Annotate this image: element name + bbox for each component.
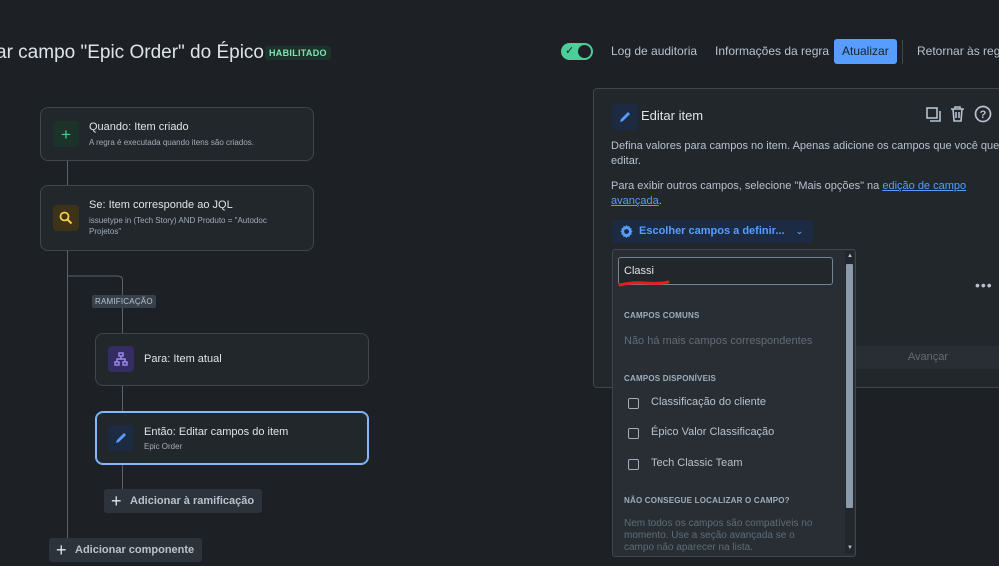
update-button[interactable]: Atualizar: [834, 39, 897, 64]
page-title: ar campo "Epic Order" do Épico: [0, 42, 264, 63]
cant-find-text: campo não aparecer na lista.: [624, 542, 753, 553]
choose-fields-button[interactable]: Escolher campos a definir... ⌄: [612, 220, 814, 243]
panel-title: Editar item: [641, 108, 704, 123]
option-label: Classificação do cliente: [651, 396, 766, 408]
condition-subtitle: issuetype in (Tech Story) AND Produto = …: [89, 216, 267, 225]
choose-fields-label: Escolher campos a definir...: [639, 225, 785, 237]
add-component-label: Adicionar componente: [75, 544, 195, 556]
trigger-title: Quando: Item criado: [89, 121, 189, 133]
other-fields-text: Para exibir outros campos, selecione "Ma…: [611, 180, 883, 192]
list-item[interactable]: Tech Classic Team: [613, 452, 842, 478]
advanced-edit-link[interactable]: edição de campo: [882, 180, 966, 192]
trigger-subtitle: A regra é executada quando itens são cri…: [89, 138, 254, 147]
copy-icon[interactable]: [925, 106, 942, 128]
audit-log-button[interactable]: Log de auditoria: [603, 39, 705, 64]
other-fields-end: .: [658, 195, 662, 207]
branch-label: RAMIFICAÇÃO: [92, 295, 156, 308]
action-subtitle: Epic Order: [144, 442, 183, 451]
advance-button[interactable]: Avançar: [853, 346, 999, 369]
other-fields-hint-2: avançada.: [611, 194, 662, 209]
scroll-up-icon[interactable]: ▲: [847, 253, 853, 259]
search-icon: [53, 205, 79, 231]
pencil-icon: [612, 104, 638, 130]
checkbox[interactable]: [628, 428, 639, 439]
list-item[interactable]: Épico Valor Classificação: [613, 421, 842, 447]
branch-card[interactable]: Para: Item atual: [95, 333, 369, 386]
connector-line: [122, 385, 123, 411]
trash-icon[interactable]: [949, 105, 966, 128]
connector-line: [67, 250, 68, 542]
help-icon[interactable]: ?: [974, 105, 992, 128]
gear-icon: [619, 224, 634, 248]
option-label: Tech Classic Team: [651, 457, 743, 469]
available-fields-header: CAMPOS DISPONÍVEIS: [624, 374, 717, 383]
toggle-knob: [578, 45, 591, 58]
plus-icon: +: [53, 121, 79, 147]
red-underline-annotation: [618, 280, 670, 287]
plus-icon: +: [111, 491, 122, 511]
other-fields-hint: Para exibir outros campos, selecione "Ma…: [611, 179, 966, 194]
add-to-branch-label: Adicionar à ramificação: [130, 495, 255, 507]
add-component-button[interactable]: + Adicionar componente: [49, 538, 203, 562]
plus-icon: +: [56, 540, 67, 560]
condition-subtitle: Projetos": [89, 227, 122, 236]
condition-title: Se: Item corresponde ao JQL: [89, 199, 233, 211]
panel-description: editar.: [611, 155, 641, 167]
connector-line: [122, 464, 123, 490]
action-card[interactable]: Então: Editar campos do item Epic Order: [95, 411, 369, 465]
branch-curve: [67, 275, 123, 280]
check-icon: ✓: [565, 45, 575, 57]
branch-title: Para: Item atual: [144, 353, 222, 365]
scrollbar-thumb[interactable]: [846, 264, 853, 508]
hierarchy-icon: [108, 346, 134, 372]
scroll-down-icon[interactable]: ▼: [847, 545, 853, 551]
advanced-edit-link[interactable]: avançada: [611, 195, 659, 207]
connector-line: [67, 160, 68, 186]
return-to-rules-button[interactable]: Retornar às regra: [909, 39, 999, 64]
svg-text:?: ?: [980, 109, 987, 121]
enable-toggle[interactable]: ✓: [561, 43, 593, 60]
checkbox[interactable]: [628, 459, 639, 470]
list-item[interactable]: Classificação do cliente: [613, 391, 842, 417]
rule-info-button[interactable]: Informações da regra: [707, 39, 837, 64]
common-fields-header: CAMPOS COMUNS: [624, 311, 700, 320]
condition-card[interactable]: Se: Item corresponde ao JQL issuetype in…: [40, 185, 314, 251]
more-options-icon[interactable]: •••: [975, 277, 993, 293]
cant-find-header: NÃO CONSEGUE LOCALIZAR O CAMPO?: [624, 496, 790, 505]
pencil-icon: [108, 425, 134, 451]
panel-description: Defina valores para campos no item. Apen…: [611, 140, 999, 152]
fields-dropdown: CAMPOS COMUNS Não há mais campos corresp…: [612, 249, 856, 557]
chevron-down-icon: ⌄: [795, 226, 804, 236]
cant-find-text: Nem todos os campos são compatíveis no: [624, 518, 813, 529]
add-to-branch-button[interactable]: + Adicionar à ramificação: [104, 489, 263, 513]
option-label: Épico Valor Classificação: [651, 426, 775, 438]
no-common-fields-text: Não há mais campos correspondentes: [624, 335, 813, 347]
cant-find-text: momento. Use a seção avançada se o: [624, 530, 795, 541]
header-divider: [902, 40, 903, 64]
status-badge: HABILITADO: [265, 46, 331, 60]
action-title: Então: Editar campos do item: [144, 426, 289, 438]
trigger-card[interactable]: + Quando: Item criado A regra é executad…: [40, 107, 314, 161]
checkbox[interactable]: [628, 398, 639, 409]
